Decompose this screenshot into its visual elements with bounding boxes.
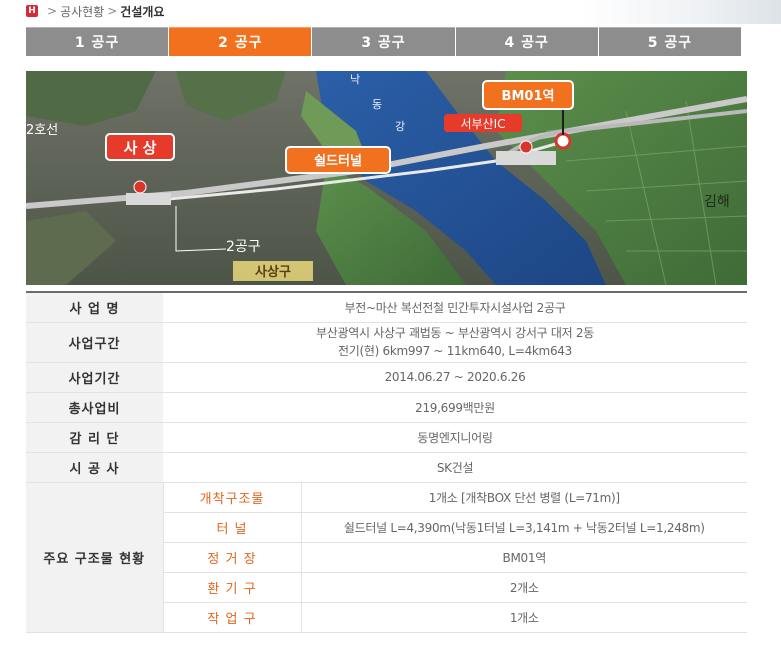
home-icon[interactable]: H — [26, 5, 38, 17]
breadcrumb: H > 공사현황 > 건설개요 — [26, 3, 164, 19]
structure-value: 2개소 — [300, 572, 747, 603]
bm01-marker — [554, 132, 572, 150]
structure-label: 개착구조물 — [162, 482, 301, 513]
structure-label: 터 널 — [162, 512, 301, 543]
row-label: 총사업비 — [26, 392, 163, 423]
label-sasang: 사 상 — [124, 139, 157, 157]
station-marker — [133, 180, 147, 194]
tab-section-5[interactable]: 5 공구 — [598, 27, 742, 56]
row-label: 사 업 명 — [26, 292, 163, 323]
label-seobusan-ic: 서부산IC — [460, 117, 505, 131]
breadcrumb-separator: > — [47, 4, 58, 18]
row-label: 시 공 사 — [26, 452, 163, 483]
tab-section-4[interactable]: 4 공구 — [455, 27, 598, 56]
label-gongu2: 2공구 — [226, 239, 261, 255]
table-row: 사업구간 부산광역시 사상구 괘법동 ~ 부산광역시 강서구 대저 2동 전기(… — [26, 322, 747, 363]
row-label: 감 리 단 — [26, 422, 163, 453]
row-value: SK건설 — [163, 452, 747, 483]
breadcrumb-current: 건설개요 — [120, 4, 165, 19]
table-row: 사업기간 2014.06.27 ~ 2020.6.26 — [26, 362, 747, 393]
label-river-char: 강 — [395, 120, 405, 133]
structure-label: 정 거 장 — [162, 542, 301, 573]
breadcrumb-section[interactable]: 공사현황 — [60, 3, 104, 20]
structure-value: 1개소 [개착BOX 단선 병렬 (L=71m)] — [300, 482, 747, 513]
label-bm01: BM01역 — [502, 88, 555, 104]
table-row: 총사업비 219,699백만원 — [26, 392, 747, 423]
row-value-line: 전기(현) 6km997 ~ 11km640, L=4km643 — [338, 344, 572, 358]
station-marker — [519, 140, 533, 154]
section-tabs: 1 공구 2 공구 3 공구 4 공구 5 공구 — [26, 27, 742, 56]
structure-value: 쉴드터널 L=4,390m(낙동1터널 L=3,141m + 낙동2터널 L=1… — [300, 512, 747, 543]
tab-section-3[interactable]: 3 공구 — [312, 27, 455, 56]
route-map-graphic: 2호선 사 상 쉴드터널 BM01역 서부산IC 낙 동 강 김해 2공구 사상… — [26, 71, 747, 285]
row-label: 사업구간 — [26, 322, 163, 363]
table-row: 사 업 명 부전~마산 복선전철 민간투자시설사업 2공구 — [26, 292, 747, 323]
row-value: 219,699백만원 — [163, 392, 747, 423]
label-river-char: 낙 — [350, 73, 360, 86]
row-value: 2014.06.27 ~ 2020.6.26 — [163, 362, 747, 393]
label-gimhae: 김해 — [704, 194, 730, 210]
label-line2: 2호선 — [26, 123, 58, 138]
label-shield-tunnel: 쉴드터널 — [314, 153, 362, 169]
tab-section-1[interactable]: 1 공구 — [26, 27, 169, 56]
row-value-line: 부산광역시 사상구 괘법동 ~ 부산광역시 강서구 대저 2동 — [316, 326, 594, 340]
row-value: 부전~마산 복선전철 민간투자시설사업 2공구 — [163, 292, 747, 323]
table-row: 시 공 사 SK건설 — [26, 452, 747, 483]
tab-section-2[interactable]: 2 공구 — [169, 27, 312, 56]
structure-value: BM01역 — [300, 542, 747, 573]
row-value: 동명엔지니어링 — [163, 422, 747, 453]
table-row: 감 리 단 동명엔지니어링 — [26, 422, 747, 453]
row-value: 부산광역시 사상구 괘법동 ~ 부산광역시 강서구 대저 2동 전기(현) 6k… — [163, 322, 747, 363]
structure-label: 환 기 구 — [162, 572, 301, 603]
structure-label: 작 업 구 — [162, 602, 301, 633]
header-decoration — [581, 0, 781, 24]
structures-label: 주요 구조물 현황 — [26, 482, 163, 633]
station-structure — [126, 193, 171, 205]
row-label: 사업기간 — [26, 362, 163, 393]
structure-value: 1개소 — [300, 602, 747, 633]
breadcrumb-separator: > — [107, 4, 118, 18]
label-river-char: 동 — [372, 98, 382, 111]
table-row: 주요 구조물 현황 개착구조물 1개소 [개착BOX 단선 병렬 (L=71m)… — [26, 482, 747, 633]
project-info-table: 사 업 명 부전~마산 복선전철 민간투자시설사업 2공구 사업구간 부산광역시… — [26, 291, 747, 633]
label-sasang-gu: 사상구 — [255, 264, 291, 280]
route-map: 2호선 사 상 쉴드터널 BM01역 서부산IC 낙 동 강 김해 2공구 사상… — [26, 71, 747, 285]
